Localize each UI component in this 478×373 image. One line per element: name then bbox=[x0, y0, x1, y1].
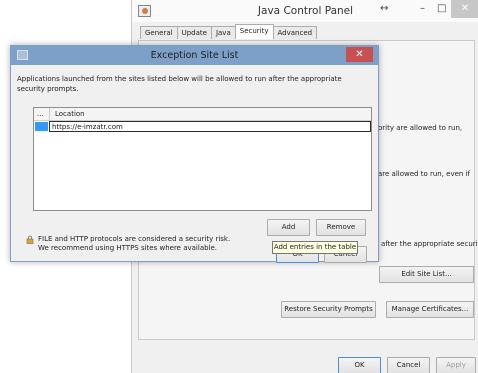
table-row[interactable] bbox=[34, 121, 371, 132]
dialog-close-icon[interactable]: ✕ bbox=[346, 47, 373, 62]
tab-java[interactable]: Java bbox=[210, 26, 236, 39]
row-selection-cell[interactable] bbox=[35, 122, 48, 131]
minimize-icon[interactable]: – bbox=[420, 3, 425, 14]
panel-cancel-button[interactable]: Cancel bbox=[387, 357, 430, 373]
table-header: ... Location bbox=[34, 108, 371, 121]
panel-apply-button[interactable]: Apply bbox=[436, 357, 476, 373]
location-input[interactable] bbox=[49, 121, 371, 132]
manage-certificates-button[interactable]: Manage Certificates... bbox=[386, 301, 474, 318]
tab-general[interactable]: General bbox=[140, 26, 178, 39]
restore-security-prompts-button[interactable]: Restore Security Prompts bbox=[281, 301, 376, 318]
remove-button[interactable]: Remove bbox=[316, 219, 366, 236]
control-panel-title-bar[interactable]: Java Control Panel ↔ – □ ✕ bbox=[132, 0, 478, 22]
maximize-icon[interactable]: □ bbox=[437, 3, 446, 14]
close-icon[interactable]: ✕ bbox=[451, 0, 478, 18]
lock-warning-icon bbox=[26, 235, 34, 244]
warning-line-2: We recommend using HTTPS sites where ava… bbox=[38, 244, 218, 252]
security-text-fragment-1: ority are allowed to run, bbox=[378, 124, 463, 132]
column-header-index: ... bbox=[37, 110, 44, 118]
tab-security[interactable]: Security bbox=[234, 24, 274, 39]
tab-advanced[interactable]: Advanced bbox=[272, 26, 318, 39]
panel-ok-button[interactable]: OK bbox=[338, 357, 381, 373]
add-entries-tooltip: Add entries in the table bbox=[272, 241, 358, 254]
column-header-location: Location bbox=[55, 110, 85, 118]
control-panel-title: Java Control Panel bbox=[257, 5, 354, 17]
warning-line-1: FILE and HTTP protocols are considered a… bbox=[38, 235, 231, 243]
tab-bar: General Update Java Security Advanced bbox=[140, 24, 318, 40]
add-button[interactable]: Add bbox=[267, 219, 310, 236]
security-text-fragment-2: are allowed to run, even if bbox=[378, 170, 470, 178]
edit-site-list-button[interactable]: Edit Site List... bbox=[379, 266, 474, 283]
column-separator bbox=[49, 108, 50, 121]
dialog-title: Exception Site List bbox=[150, 50, 239, 61]
security-text-fragment-3: after the appropriate security bbox=[381, 240, 478, 248]
security-warning-text: FILE and HTTP protocols are considered a… bbox=[38, 235, 230, 253]
restore-icon[interactable]: ↔ bbox=[380, 3, 388, 14]
site-list-table[interactable]: ... Location bbox=[33, 107, 372, 211]
dialog-description: Applications launched from the sites lis… bbox=[17, 75, 342, 93]
tab-update[interactable]: Update bbox=[176, 26, 212, 39]
dialog-title-bar[interactable]: Exception Site List ✕ bbox=[11, 46, 378, 65]
exception-site-list-dialog: Exception Site List ✕ Applications launc… bbox=[10, 45, 379, 263]
